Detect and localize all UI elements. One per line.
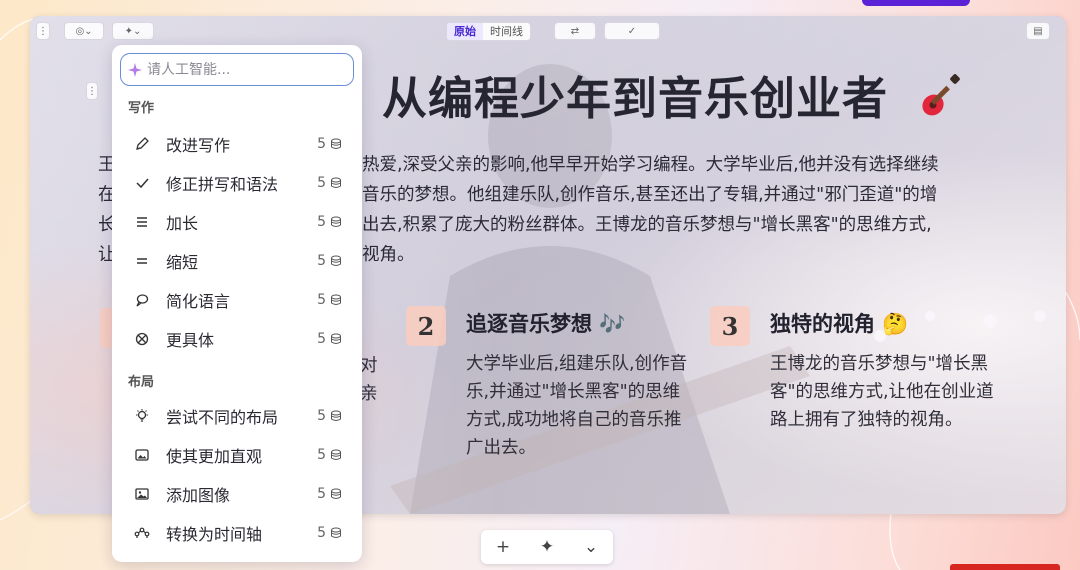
feature-title: 追逐音乐梦想 🎶 [466,312,626,336]
tab-timeline[interactable]: 时间线 [483,23,530,40]
credit-coin-icon [331,527,341,538]
credit-coin-icon [331,410,341,421]
credit-cost: 5 [317,214,342,230]
view-toggle[interactable]: 原始 时间线 [446,22,531,41]
guitar-icon [922,74,960,116]
menu-item-improve-writing[interactable]: 改进写作 5 [120,127,354,161]
feature-number-badge: 3 [710,306,750,346]
confirm-check-icon[interactable]: ✓ [604,22,660,40]
credit-cost: 5 [317,331,342,347]
credit-coin-icon [331,488,341,499]
add-block-toolbar: + ✦ ⌄ [481,530,613,564]
credit-cost: 5 [317,175,342,191]
menu-item-label: 添加图像 [166,486,231,505]
menu-item-try-layout[interactable]: 尝试不同的布局 5 [120,399,354,433]
intro-paragraph[interactable]: 热爱,深受父亲的影响,他早早开始学习编程。大学毕业后,他并没有选择继续 音乐的梦… [362,150,939,270]
block-handle-icon[interactable]: ⋮ [86,82,98,100]
menu-item-label: 修正拼写和语法 [166,175,279,194]
credit-coin-icon [331,449,341,460]
menu-item-label: 改进写作 [166,136,231,155]
ai-command-menu: 写作 改进写作 5 修正拼写和语法 5 加长 5 缩短 5 [112,45,362,562]
lightbulb-icon [132,406,152,426]
menu-item-lengthen[interactable]: 加长 5 [120,205,354,239]
speech-bubble-icon [132,290,152,310]
slide-thumbnail[interactable] [950,564,1060,570]
image-frame-icon [132,445,152,465]
menu-item-add-image[interactable]: 添加图像 5 [120,477,354,511]
add-icon[interactable]: + [496,537,510,557]
notes-icon[interactable]: ▤ [1026,22,1050,40]
paragraph-line: 热爱,深受父亲的影响,他早早开始学习编程。大学毕业后,他并没有选择继续 [362,155,939,175]
ai-prompt-field[interactable] [120,53,354,86]
paragraph-line: 音乐的梦想。他组建乐队,创作音乐,甚至还出了专辑,并通过"邪门歪道"的增 [362,185,938,205]
paragraph-line: 视角。 [362,245,415,265]
tab-original[interactable]: 原始 [447,23,483,40]
image-icon [132,484,152,504]
credit-cost: 5 [317,408,342,424]
check-icon [132,173,152,193]
feature-body: 王博龙的音乐梦想与"增长黑客"的思维方式,让他在创业道路上拥有了独特的视角。 [770,354,994,430]
slide-title[interactable]: 从编程少年到音乐创业者 [382,62,888,127]
section-label-layout: 布局 [128,375,155,390]
credit-coin-icon [331,255,341,266]
credit-coin-icon [331,216,341,227]
drag-handle-icon[interactable]: ⋮ [36,22,50,40]
chevron-down-icon[interactable]: ⌄ [584,537,598,557]
menu-item-label: 使其更加直观 [166,447,263,466]
menu-item-simplify[interactable]: 简化语言 5 [120,283,354,317]
menu-item-shorten[interactable]: 缩短 5 [120,244,354,278]
credit-cost: 5 [317,486,342,502]
menu-item-label: 转换为时间轴 [166,525,263,544]
credit-cost: 5 [317,525,342,541]
theme-picker-button[interactable]: ◎⌄ [64,22,104,40]
menu-item-convert-timeline[interactable]: 转换为时间轴 5 [120,516,354,550]
paragraph-line: 出去,积累了庞大的粉丝群体。王博龙的音乐梦想与"增长黑客"的思维方式, [362,215,932,235]
credit-coin-icon [331,333,341,344]
menu-item-more-visual[interactable]: 使其更加直观 5 [120,438,354,472]
lines-long-icon [132,212,152,232]
menu-item-more-specific[interactable]: 更具体 5 [120,322,354,356]
section-label-writing: 写作 [128,101,155,116]
lines-short-icon [132,251,152,271]
credit-cost: 5 [317,292,342,308]
ai-sparkle-icon[interactable]: ✦ [540,537,554,557]
feature-body: 大学毕业后,组建乐队,创作音乐,并通过"增长黑客"的思维方式,成功地将自己的音乐… [466,354,688,458]
ai-prompt-input[interactable] [147,61,337,78]
menu-item-label: 更具体 [166,331,215,350]
target-icon [132,329,152,349]
credit-coin-icon [331,294,341,305]
menu-item-label: 加长 [166,214,199,233]
feature-title: 独特的视角 🤔 [770,312,909,336]
menu-item-label: 缩短 [166,253,199,272]
pen-icon [132,134,152,154]
credit-coin-icon [331,177,341,188]
ai-sparkle-menu-button[interactable]: ✦⌄ [112,22,154,40]
menu-item-fix-spelling[interactable]: 修正拼写和语法 5 [120,166,354,200]
timeline-icon [132,523,152,543]
top-action-button[interactable] [862,0,970,6]
sparkle-icon [128,62,142,77]
credit-coin-icon [331,138,341,149]
credit-cost: 5 [317,447,342,463]
menu-item-label: 尝试不同的布局 [166,408,279,427]
credit-cost: 5 [317,136,342,152]
swap-icon[interactable]: ⇄ [554,22,596,40]
credit-cost: 5 [317,253,342,269]
feature-number-badge: 2 [406,306,446,346]
menu-item-label: 简化语言 [166,292,231,311]
feature-1-text-fragment: 对 亲 [360,356,378,404]
